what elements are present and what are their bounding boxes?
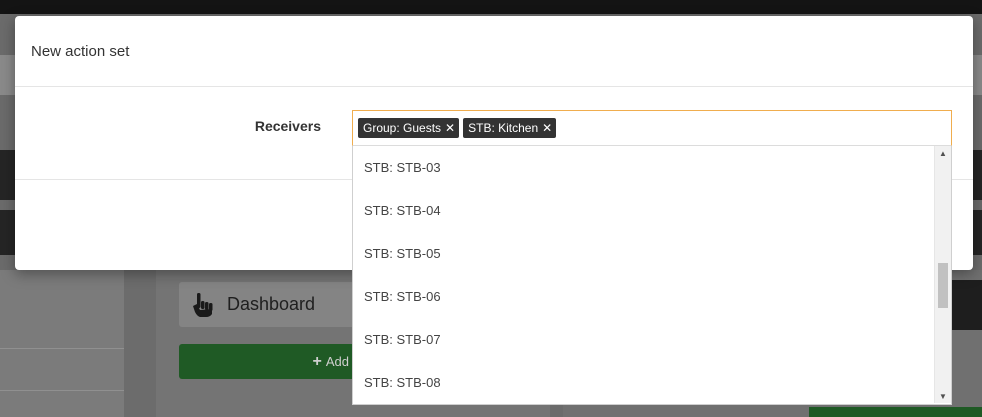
dropdown-option[interactable]: STB: STB-04	[353, 189, 933, 232]
remove-tag-icon[interactable]: ✕	[445, 121, 455, 135]
dropdown-option[interactable]: STB: STB-07	[353, 318, 933, 361]
add-dashboard-button[interactable]: + Add	[179, 344, 359, 379]
receivers-dropdown: STB: STB-03 STB: STB-04 STB: STB-05 STB:…	[352, 146, 952, 405]
modal-title: New action set	[31, 42, 130, 60]
dropdown-option[interactable]: STB: STB-03	[353, 146, 933, 189]
tag-label: STB: Kitchen	[468, 121, 539, 135]
receivers-label: Receivers	[254, 118, 321, 134]
dropdown-option[interactable]: STB: STB-08	[353, 361, 933, 404]
dashboard-header: Dashboard	[179, 282, 359, 327]
selected-tag: STB: Kitchen ✕	[463, 118, 557, 138]
add-button-label: Add	[325, 354, 349, 369]
plus-icon: +	[312, 352, 322, 370]
tag-label: Group: Guests	[363, 121, 442, 135]
app-column-gap	[124, 270, 156, 417]
dropdown-scrollbar[interactable]: ▲ ▼	[934, 146, 951, 403]
dropdown-option[interactable]: STB: STB-06	[353, 275, 933, 318]
app-left-column	[0, 270, 124, 417]
modal-header: New action set	[15, 16, 973, 87]
selected-tag: Group: Guests ✕	[358, 118, 460, 138]
left-column-divider	[0, 390, 124, 391]
left-column-divider	[0, 348, 124, 349]
scroll-down-icon[interactable]: ▼	[935, 389, 951, 403]
app-right-green-button[interactable]	[809, 407, 982, 417]
remove-tag-icon[interactable]: ✕	[542, 121, 552, 135]
receivers-select[interactable]: Group: Guests ✕ STB: Kitchen ✕	[352, 110, 952, 146]
dropdown-option[interactable]: STB: STB-05	[353, 232, 933, 275]
app-right-dark-block	[950, 280, 982, 330]
scroll-thumb[interactable]	[938, 263, 948, 308]
receivers-search-input[interactable]	[560, 115, 951, 141]
page: Dashboard + Add New action set Receivers…	[0, 0, 982, 417]
dashboard-label: Dashboard	[227, 294, 316, 314]
app-top-bar	[0, 0, 982, 14]
scroll-up-icon[interactable]: ▲	[935, 146, 951, 160]
pointing-hand-icon	[193, 292, 213, 317]
